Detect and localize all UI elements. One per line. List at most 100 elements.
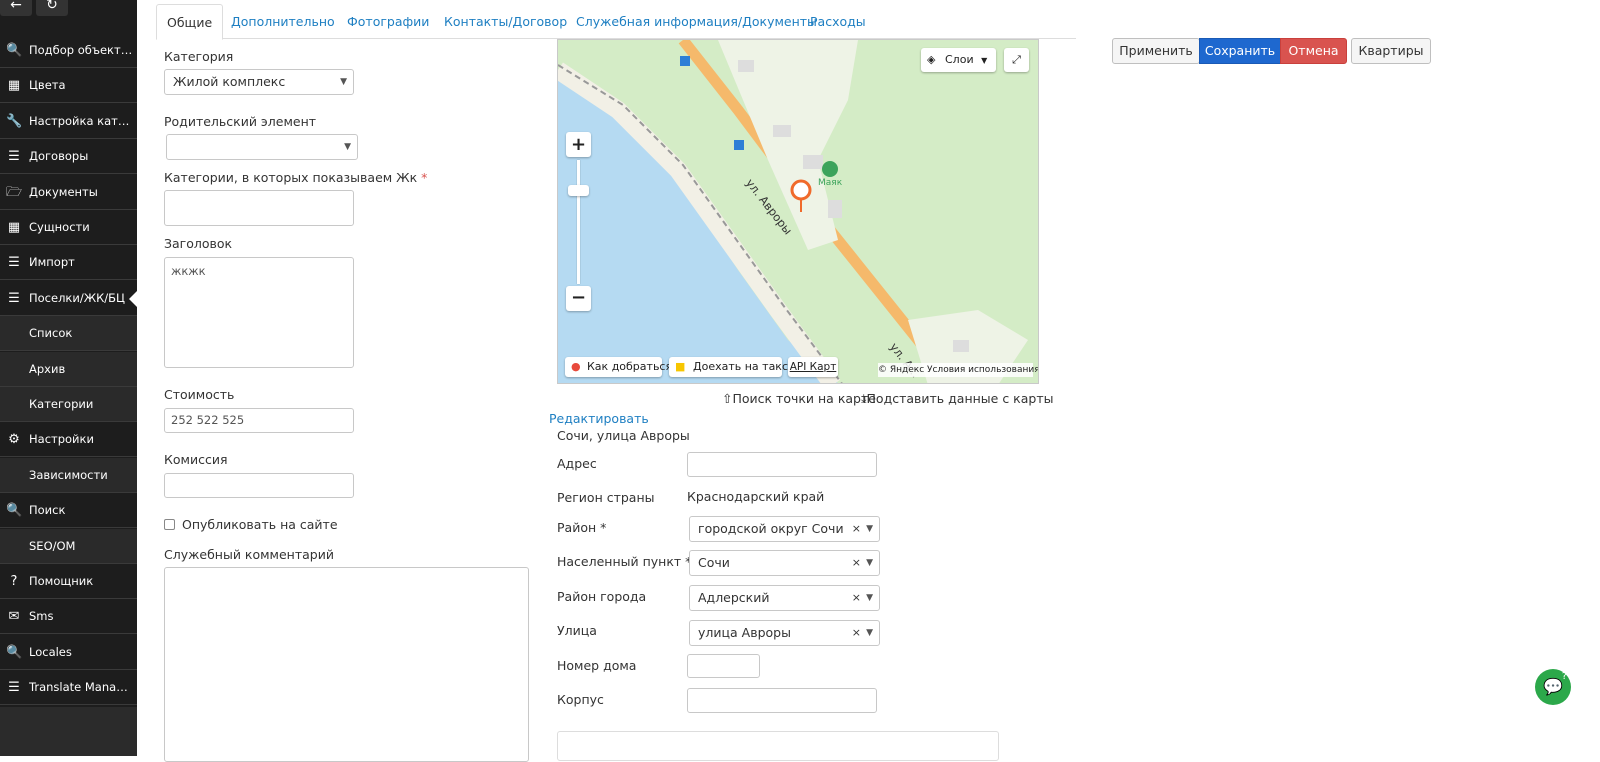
back-button[interactable]: ← bbox=[0, 0, 32, 16]
sidebar-item[interactable]: 🔍 Подбор объектов bbox=[0, 33, 137, 68]
clear-icon[interactable]: × bbox=[852, 551, 861, 575]
locality-select[interactable]: Сочи × ▼ bbox=[689, 550, 880, 576]
sidebar-divider bbox=[0, 102, 137, 103]
district-label: Район * bbox=[557, 520, 607, 535]
layers-icon: ◈ bbox=[927, 53, 936, 66]
category-value: Жилой комплекс bbox=[173, 74, 286, 89]
sidebar-item[interactable]: 🔧 Настройка категорий bbox=[0, 104, 137, 139]
edit-address-link[interactable]: Редактировать bbox=[549, 411, 649, 426]
chat-widget-button[interactable]: 💬 ? bbox=[1535, 669, 1571, 705]
sidebar-item[interactable]: ☰ Translate Manager bbox=[0, 670, 137, 705]
title-textarea[interactable]: жкжк bbox=[164, 257, 354, 368]
sidebar-item[interactable]: ▦ Сущности bbox=[0, 210, 137, 245]
api-maps-link[interactable]: API Карт bbox=[788, 357, 838, 377]
tab-general[interactable]: Общие bbox=[156, 4, 224, 40]
list-icon: ☰ bbox=[8, 149, 20, 164]
sidebar-item[interactable]: ? Помощник bbox=[0, 564, 137, 599]
bus-stop-icon bbox=[734, 140, 744, 150]
map-canvas bbox=[558, 40, 1028, 383]
house-input[interactable] bbox=[687, 654, 760, 678]
city-district-select[interactable]: Адлерский × ▼ bbox=[689, 585, 880, 611]
tab-expenses[interactable]: Расходы bbox=[800, 4, 876, 39]
publish-checkbox[interactable] bbox=[164, 519, 175, 530]
sidebar-divider bbox=[0, 279, 137, 280]
sidebar-item[interactable]: ☰ Договоры bbox=[0, 139, 137, 174]
parent-label: Родительский элемент bbox=[164, 114, 317, 129]
price-label: Стоимость bbox=[164, 387, 235, 402]
map-pin-icon bbox=[790, 179, 812, 201]
show-categories-input[interactable] bbox=[164, 190, 354, 226]
save-button[interactable]: Сохранить bbox=[1199, 38, 1281, 64]
sidebar-item[interactable]: 🗁 Документы bbox=[0, 175, 137, 210]
sidebar-item[interactable]: ☰ Поселки/ЖК/БЦ bbox=[0, 281, 137, 316]
taxi-button[interactable]: ■ Доехать на такси bbox=[669, 357, 795, 377]
gear-icon: ⚙ bbox=[8, 432, 20, 447]
sidebar-item-label: Сущности bbox=[29, 220, 90, 234]
clear-icon[interactable]: × bbox=[852, 621, 861, 645]
sidebar-item[interactable]: ▦ Цвета bbox=[0, 68, 137, 103]
layers-button[interactable]: ◈ Слои ▼ bbox=[921, 48, 996, 72]
zoom-in-button[interactable]: + bbox=[566, 132, 591, 157]
list-icon: ☰ bbox=[8, 680, 20, 695]
street-select[interactable]: улица Авроры × ▼ bbox=[689, 620, 880, 646]
city-district-value: Адлерский bbox=[698, 590, 770, 605]
clear-icon[interactable]: × bbox=[852, 586, 861, 610]
category-select[interactable]: Жилой комплекс ▼ bbox=[164, 69, 354, 95]
sidebar-item[interactable]: ✉ Sms bbox=[0, 599, 137, 634]
minus-icon: − bbox=[570, 287, 587, 308]
building-input[interactable] bbox=[687, 688, 877, 713]
cancel-button[interactable]: Отмена bbox=[1280, 38, 1347, 64]
fill-from-map-link[interactable]: ⤓Подставить данные с карты bbox=[861, 391, 1053, 407]
route-button[interactable]: ● Как добраться bbox=[565, 357, 672, 377]
commission-input[interactable] bbox=[164, 473, 354, 498]
price-input[interactable]: 252 522 525 bbox=[164, 408, 354, 433]
sidebar-item[interactable]: Категории bbox=[0, 387, 137, 422]
map-copyright[interactable]: © Яндекс Условия использования bbox=[878, 363, 1038, 377]
table-icon: ▦ bbox=[7, 78, 21, 93]
fullscreen-button[interactable]: ⤢ bbox=[1004, 48, 1029, 72]
sidebar-item-label: Импорт bbox=[29, 255, 75, 269]
comment-textarea[interactable] bbox=[164, 567, 529, 762]
tab-photos[interactable]: Фотографии bbox=[337, 4, 439, 39]
sidebar-item[interactable]: Список bbox=[0, 316, 137, 351]
clear-icon[interactable]: × bbox=[852, 517, 861, 541]
address-label: Адрес bbox=[557, 456, 597, 471]
sidebar-item-label: Категории bbox=[29, 397, 94, 411]
search-icon: 🔍 bbox=[6, 503, 23, 518]
list-icon: ☰ bbox=[8, 255, 20, 270]
address-input[interactable] bbox=[687, 452, 877, 477]
zoom-out-button[interactable]: − bbox=[566, 286, 591, 311]
bus-stop-icon bbox=[680, 56, 690, 66]
sidebar-item[interactable]: Архив bbox=[0, 352, 137, 387]
zoom-slider-handle[interactable] bbox=[568, 185, 589, 196]
tab-contacts[interactable]: Контакты/Договор bbox=[434, 4, 577, 39]
sidebar-item[interactable]: 🔍 Locales bbox=[0, 635, 137, 670]
sidebar-item[interactable]: Зависимости bbox=[0, 458, 137, 493]
poi-label: Маяк bbox=[818, 178, 843, 188]
sidebar-item[interactable]: ⚙ Настройки bbox=[0, 422, 137, 457]
apartments-button[interactable]: Квартиры bbox=[1351, 38, 1431, 64]
list-icon: ☰ bbox=[8, 291, 20, 306]
search-point-link[interactable]: ⇧Поиск точки на карте bbox=[722, 391, 876, 406]
sidebar-item[interactable]: ☰ Импорт bbox=[0, 245, 137, 280]
sidebar-item[interactable]: SEO/OM bbox=[0, 529, 137, 564]
tab-service-info[interactable]: Служебная информация/Документы bbox=[566, 4, 827, 39]
locality-value: Сочи bbox=[698, 555, 730, 570]
locality-label: Населенный пункт * bbox=[557, 554, 692, 569]
zoom-slider-track[interactable] bbox=[577, 160, 580, 284]
commission-label: Комиссия bbox=[164, 452, 228, 467]
refresh-button[interactable]: ↻ bbox=[36, 0, 68, 16]
sidebar-item-label: Поселки/ЖК/БЦ bbox=[29, 291, 125, 305]
sidebar-item-label: Архив bbox=[29, 362, 66, 376]
tab-additional[interactable]: Дополнительно bbox=[221, 4, 345, 39]
expand-icon: ⤢ bbox=[1012, 53, 1021, 66]
sidebar-item-label: Подбор объектов bbox=[29, 43, 133, 57]
map[interactable]: ул. Авроры ул. А... Маяк ◈ Слои ▼ ⤢ + − … bbox=[557, 39, 1039, 384]
map-building bbox=[803, 155, 823, 169]
upload-icon: ⇧ bbox=[722, 391, 733, 406]
apply-button[interactable]: Применить bbox=[1112, 38, 1200, 64]
sidebar-item[interactable]: 🔍 Поиск bbox=[0, 493, 137, 528]
parent-select[interactable]: ▼ bbox=[166, 134, 358, 160]
district-select[interactable]: городской округ Сочи × ▼ bbox=[689, 516, 880, 542]
chevron-down-icon: ▼ bbox=[866, 628, 873, 638]
